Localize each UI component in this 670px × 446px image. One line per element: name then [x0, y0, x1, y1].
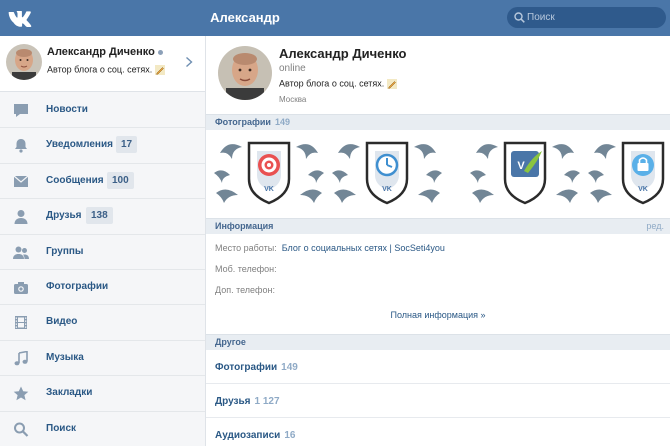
sidebar-item-messages[interactable]: Сообщения 100: [0, 164, 205, 200]
sidebar-item-video[interactable]: Видео: [0, 305, 205, 341]
sidebar-item-label: Закладки: [46, 387, 93, 399]
top-bar: Александр: [0, 0, 670, 36]
pencil-emoji-icon: [387, 79, 398, 89]
sidebar-profile-status: Автор блога о соц. сетях.: [47, 64, 166, 76]
sidebar-item-label: Уведомления: [46, 139, 113, 151]
envelope-icon: [13, 175, 29, 187]
section-title: Фотографии 149: [215, 117, 290, 127]
search-icon: [14, 422, 29, 437]
section-title: Информация: [215, 221, 274, 231]
sidebar-item-news[interactable]: Новости: [0, 93, 205, 129]
pencil-emoji-icon: [155, 65, 166, 75]
info-row-mobile: Моб. телефон:: [215, 264, 277, 274]
target-emblem[interactable]: VK: [210, 133, 328, 211]
search-input[interactable]: [527, 10, 657, 25]
search-box[interactable]: [507, 7, 666, 28]
sidebar-item-label: Музыка: [46, 351, 84, 363]
page-title: Александр: [210, 10, 280, 25]
vk-emblem[interactable]: V: [466, 133, 584, 211]
notifications-badge: 17: [116, 136, 138, 154]
friends-badge: 138: [86, 207, 113, 225]
sidebar-item-label: Друзья: [46, 210, 82, 222]
sidebar-item-friends[interactable]: Друзья 138: [0, 199, 205, 235]
sidebar-menu: Новости Уведомления 17 Сообщения 100 Дру…: [0, 93, 205, 446]
photos-strip: VK VK V VK: [210, 133, 670, 211]
profile-status[interactable]: Автор блога о соц. сетях.: [279, 78, 398, 90]
music-note-icon: [14, 350, 28, 366]
online-status: online: [279, 63, 306, 74]
sidebar-item-label: Новости: [46, 104, 88, 115]
clock-emblem[interactable]: VK: [328, 133, 446, 211]
chevron-right-icon[interactable]: [185, 56, 193, 68]
sidebar-profile-card[interactable]: Александр Диченко Автор блога о соц. сет…: [0, 36, 205, 92]
section-title: Другое: [215, 337, 246, 347]
full-info-link[interactable]: Полная информация »: [206, 310, 670, 320]
edit-link[interactable]: ред.: [646, 221, 664, 231]
vk-logo-icon[interactable]: [8, 9, 32, 27]
other-row-label: Фотографии 149: [215, 362, 298, 373]
online-indicator: [157, 49, 163, 55]
sidebar-item-label: Группы: [46, 245, 84, 257]
work-link[interactable]: Блог о социальных сетях | SocSeti4you: [282, 243, 445, 253]
info-row-work: Место работы: Блог о социальных сетях | S…: [215, 243, 445, 253]
sidebar-item-music[interactable]: Музыка: [0, 341, 205, 377]
photos-section-header[interactable]: Фотографии 149: [206, 114, 670, 130]
search-icon: [514, 12, 525, 23]
info-row-extra-phone: Доп. телефон:: [215, 285, 275, 295]
main-content: Александр Диченко online Автор блога о с…: [206, 36, 670, 446]
svg-text:VK: VK: [382, 186, 392, 193]
info-section-header: Информация ред.: [206, 218, 670, 234]
svg-text:VK: VK: [638, 186, 648, 193]
sidebar-item-photos[interactable]: Фотографии: [0, 270, 205, 306]
film-icon: [15, 316, 27, 330]
bell-icon: [15, 139, 27, 153]
other-row-label: Друзья 1 127: [215, 396, 280, 407]
camera-icon: [14, 281, 28, 294]
other-row-label: Аудиозаписи 16: [215, 430, 296, 441]
news-icon: [14, 104, 28, 117]
sidebar-item-label: Сообщения: [46, 174, 104, 186]
svg-text:VK: VK: [264, 186, 274, 193]
sidebar-item-notifications[interactable]: Уведомления 17: [0, 128, 205, 164]
profile-name: Александр Диченко: [279, 46, 407, 61]
person-icon: [14, 210, 28, 225]
sidebar-item-label: Фотографии: [46, 280, 109, 292]
lock-emblem[interactable]: VK: [584, 133, 670, 211]
sidebar-item-label: Видео: [46, 316, 78, 328]
other-row-photos[interactable]: Фотографии 149: [206, 351, 670, 384]
sidebar-item-groups[interactable]: Группы: [0, 235, 205, 270]
other-row-friends[interactable]: Друзья 1 127: [206, 385, 670, 418]
svg-text:V: V: [517, 160, 525, 172]
sidebar: Александр Диченко Автор блога о соц. сет…: [0, 36, 206, 446]
other-section-header: Другое: [206, 334, 670, 350]
profile-city: Москва: [279, 95, 307, 104]
star-icon: [13, 386, 29, 401]
group-icon: [13, 246, 29, 259]
sidebar-item-bookmarks[interactable]: Закладки: [0, 376, 205, 412]
sidebar-item-label: Поиск: [46, 422, 77, 434]
messages-badge: 100: [107, 171, 134, 189]
avatar[interactable]: [6, 44, 42, 80]
profile-avatar[interactable]: [218, 46, 272, 100]
sidebar-item-search[interactable]: Поиск: [0, 412, 205, 446]
sidebar-profile-name[interactable]: Александр Диченко: [47, 46, 163, 58]
other-row-audio[interactable]: Аудиозаписи 16: [206, 419, 670, 446]
